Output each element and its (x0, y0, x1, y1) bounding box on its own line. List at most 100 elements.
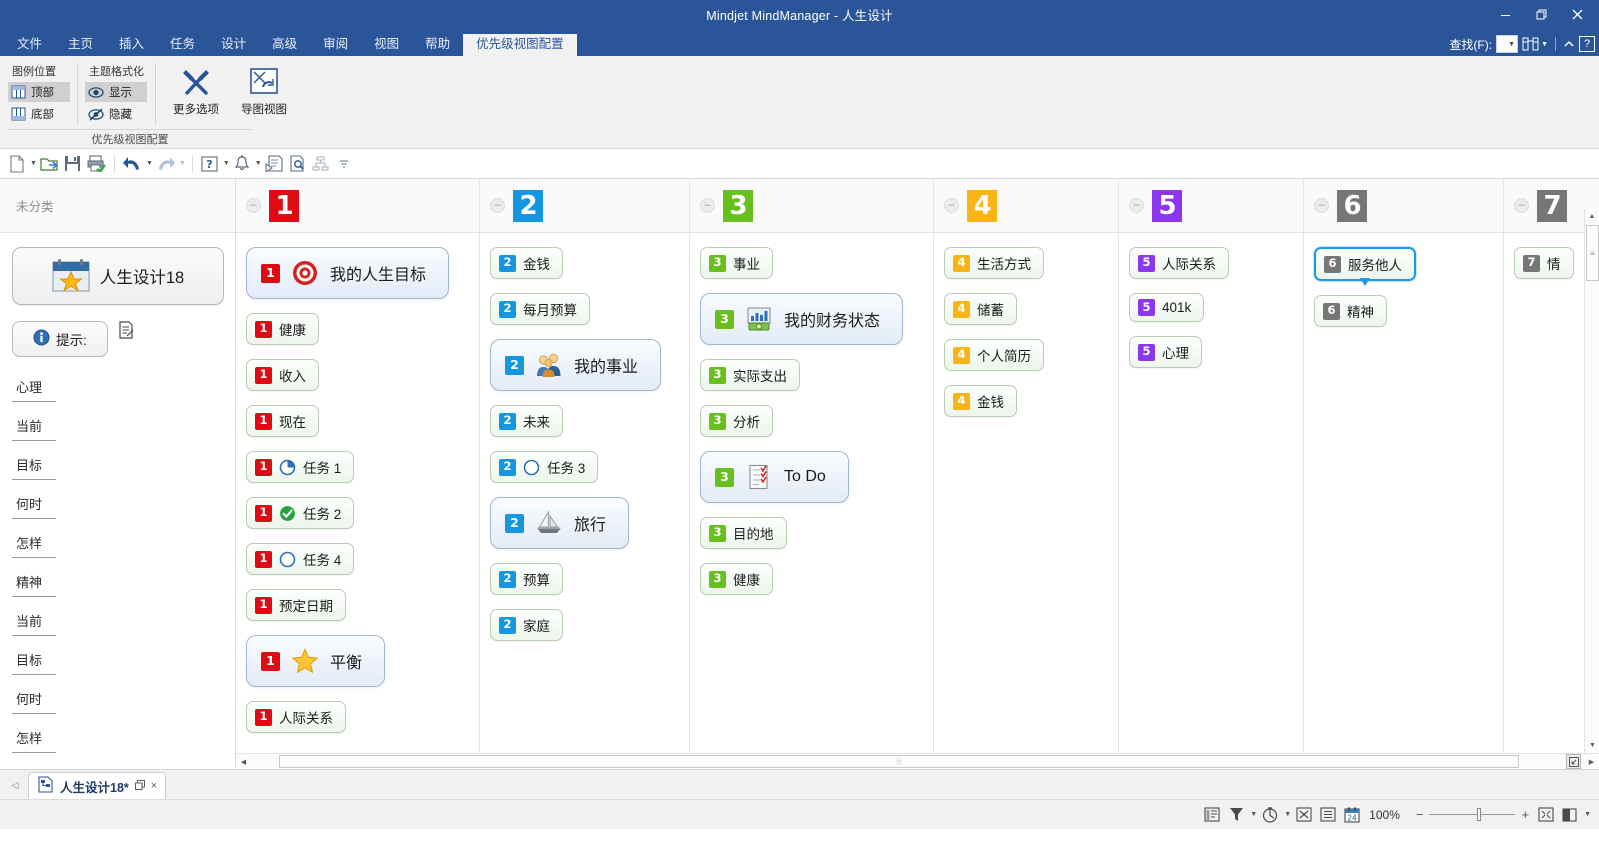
uncategorized-item[interactable]: 目标 (12, 644, 56, 675)
hscroll-track[interactable]: ⦙⦙⦙ (251, 754, 1566, 769)
minimize-button[interactable] (1487, 0, 1523, 28)
ribbon-tab-4[interactable]: 设计 (208, 34, 259, 57)
uncategorized-item[interactable]: 精神 (12, 566, 56, 597)
topic-node[interactable]: 3目的地 (700, 517, 787, 549)
tab-prev-button[interactable]: ◁ (4, 771, 26, 799)
save-document-button[interactable] (62, 152, 84, 176)
column-collapse-button[interactable]: – (1514, 198, 1529, 213)
fit-map-button[interactable] (1535, 804, 1557, 826)
topic-node[interactable]: 1现在 (246, 405, 319, 437)
topic-node[interactable]: 1 任务 1 (246, 451, 354, 483)
alert-button[interactable] (231, 152, 253, 176)
topic-node[interactable]: 4个人简历 (944, 339, 1044, 371)
topic-node[interactable]: 3健康 (700, 563, 773, 595)
zoom-knob[interactable] (1477, 808, 1481, 821)
topic-node[interactable]: 3 To Do (700, 451, 849, 503)
chevron-down-icon[interactable]: ▼ (223, 160, 230, 167)
topic-node[interactable]: 3实际支出 (700, 359, 800, 391)
topic-node[interactable]: 4储蓄 (944, 293, 1017, 325)
resize-map-button[interactable] (1566, 754, 1581, 769)
topic-node[interactable]: 3事业 (700, 247, 773, 279)
topic-node[interactable]: 5401k (1129, 293, 1204, 322)
ribbon-tab-2[interactable]: 插入 (106, 34, 157, 57)
new-document-button[interactable] (6, 152, 28, 176)
column-collapse-button[interactable]: – (246, 198, 261, 213)
toolbar-overflow-button[interactable] (333, 152, 355, 176)
scroll-down-button[interactable]: ▼ (1585, 738, 1599, 753)
zoom-in-button[interactable]: + (1521, 808, 1529, 821)
column-collapse-button[interactable]: – (1129, 198, 1144, 213)
ribbon-tab-3[interactable]: 任务 (157, 34, 208, 57)
topic-node[interactable]: 1收入 (246, 359, 319, 391)
zoom-track[interactable] (1429, 814, 1515, 815)
topic-node[interactable]: 3 我的财务状态 (700, 293, 903, 345)
vscroll-thumb[interactable]: ≡ (1586, 225, 1599, 281)
topic-node[interactable]: 3分析 (700, 405, 773, 437)
uncategorized-item[interactable]: 何时 (12, 683, 56, 714)
topic-node[interactable]: 2 旅行 (490, 497, 629, 549)
power-filter-button[interactable] (1259, 804, 1281, 826)
preview-document-button[interactable] (287, 152, 309, 176)
collapse-ribbon-button[interactable] (1563, 39, 1575, 49)
uncategorized-item[interactable]: 当前 (12, 605, 56, 636)
maximize-button[interactable] (1523, 0, 1559, 28)
ribbon-tab-6[interactable]: 审阅 (310, 34, 361, 57)
scroll-left-button[interactable]: ◀ (236, 754, 251, 769)
uncategorized-item[interactable]: 何时 (12, 488, 56, 519)
topic-node[interactable]: 6精神 (1314, 295, 1387, 327)
print-preview-button[interactable] (85, 152, 108, 176)
uncategorized-item[interactable]: 当前 (12, 410, 56, 441)
chevron-down-icon[interactable]: ▼ (30, 160, 37, 167)
topic-node[interactable]: 1健康 (246, 313, 319, 345)
topic-node[interactable]: 1 任务 2 (246, 497, 354, 529)
topic-node[interactable]: 4金钱 (944, 385, 1017, 417)
chevron-down-icon[interactable]: ▼ (146, 160, 153, 167)
topic-node[interactable]: 5人际关系 (1129, 247, 1229, 279)
topic-format-show-button[interactable]: 显示 (85, 82, 147, 102)
ribbon-tab-9[interactable]: 优先级视图配置 (463, 34, 577, 57)
document-tab[interactable]: 人生设计18* × (28, 772, 166, 799)
hscroll-thumb[interactable]: ⦙⦙⦙ (279, 755, 1519, 768)
topic-node[interactable]: 2 任务 3 (490, 451, 598, 483)
node-expand-handle[interactable] (1357, 277, 1373, 289)
zoom-out-button[interactable]: − (1416, 808, 1424, 821)
map-view-button[interactable]: 导图视图 (231, 61, 297, 120)
undo-button[interactable] (121, 152, 144, 176)
chevron-down-icon[interactable]: ▼ (255, 160, 262, 167)
topic-node[interactable]: 1人际关系 (246, 701, 346, 733)
chevron-down-icon[interactable]: ▼ (1250, 811, 1257, 818)
find-input[interactable]: ▼ (1496, 35, 1518, 53)
topic-node[interactable]: 1 任务 4 (246, 543, 354, 575)
uncategorized-item[interactable]: 心理 (12, 371, 56, 402)
column-collapse-button[interactable]: – (700, 198, 715, 213)
send-document-button[interactable] (263, 152, 286, 176)
root-topic-node[interactable]: 人生设计18 (12, 247, 224, 305)
ribbon-tab-0[interactable]: 文件 (4, 34, 55, 57)
split-view-button[interactable] (1559, 804, 1581, 826)
help-toolbar-button[interactable]: ? (199, 152, 221, 176)
more-options-button[interactable]: 更多选项 (163, 61, 229, 120)
help-button[interactable]: ? (1579, 36, 1595, 52)
scroll-right-button[interactable]: ▶ (1584, 754, 1599, 769)
topic-node[interactable]: 2每月预算 (490, 293, 590, 325)
scroll-up-button[interactable]: ▲ (1585, 209, 1599, 224)
chevron-down-icon[interactable]: ▼ (1284, 811, 1291, 818)
topic-node[interactable]: 1预定日期 (246, 589, 346, 621)
close-button[interactable] (1559, 0, 1595, 28)
zoom-slider[interactable]: − + (1412, 808, 1533, 821)
balanced-map-button[interactable] (1317, 804, 1339, 826)
topic-node[interactable]: 2未来 (490, 405, 563, 437)
topic-node[interactable]: 2预算 (490, 563, 563, 595)
topic-tree-button[interactable] (310, 152, 332, 176)
tip-node[interactable]: 提示: (12, 321, 108, 357)
legend-position-top-button[interactable]: 顶部 (8, 82, 70, 102)
note-icon[interactable] (118, 321, 135, 342)
column-collapse-button[interactable]: – (1314, 198, 1329, 213)
topic-node[interactable]: 4生活方式 (944, 247, 1044, 279)
topic-node[interactable]: 2金钱 (490, 247, 563, 279)
topic-node[interactable]: 1 我的人生目标 (246, 247, 449, 299)
column-collapse-button[interactable]: – (490, 198, 505, 213)
ribbon-tab-1[interactable]: 主页 (55, 34, 106, 57)
topic-node[interactable]: 6服务他人 (1314, 247, 1416, 281)
calendar-button[interactable]: 24 (1341, 804, 1363, 826)
